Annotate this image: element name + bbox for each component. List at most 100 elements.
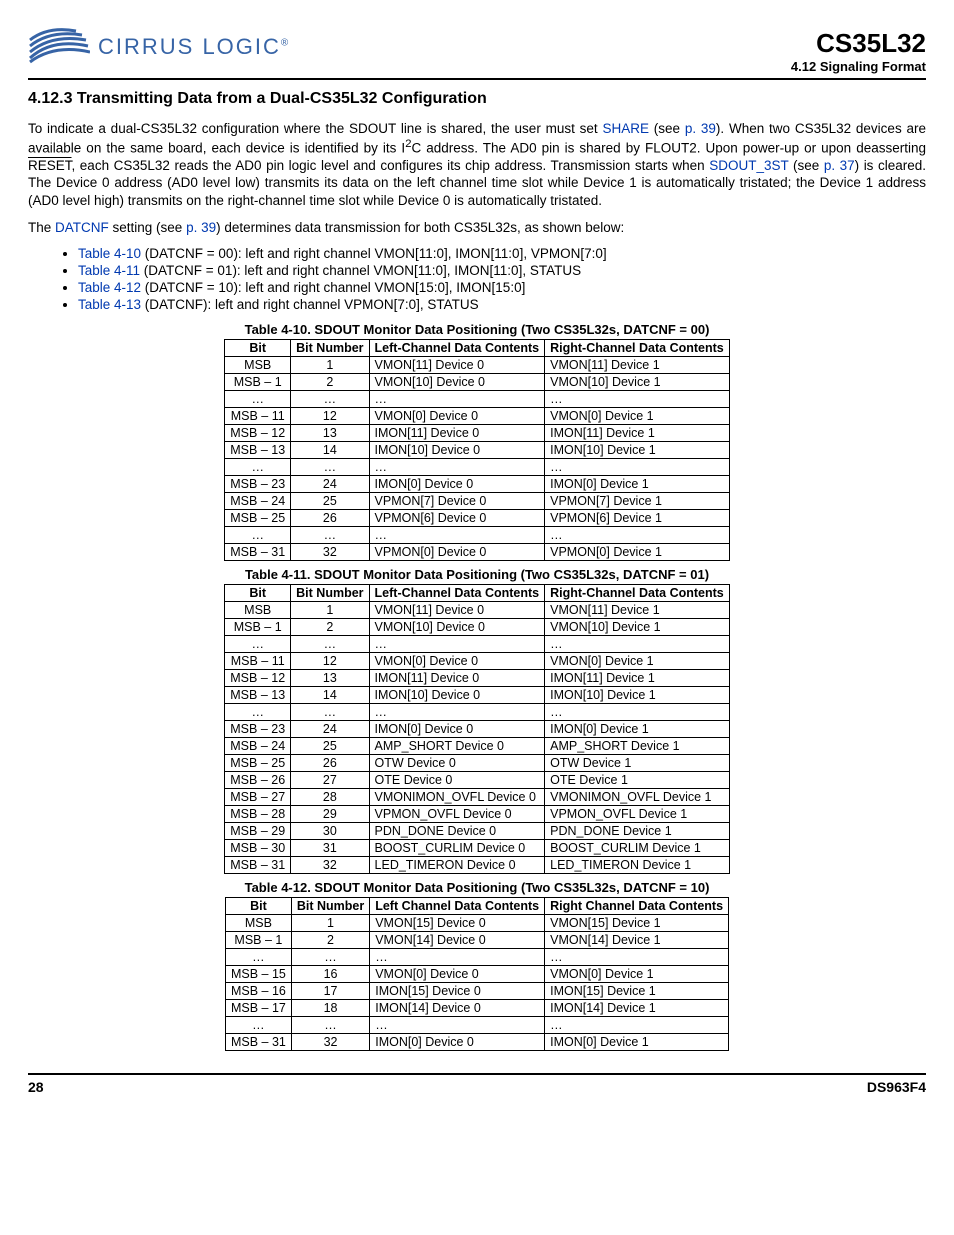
table-row: MSB – 3132VPMON[0] Device 0VPMON[0] Devi… [225,544,729,561]
table-cell: MSB [225,915,291,932]
table-cell: MSB [225,357,291,374]
column-header: Bit [225,585,291,602]
link-p39a[interactable]: p. 39 [685,121,716,136]
table-cell: VMON[10] Device 1 [545,619,730,636]
table-cell: … [291,1017,369,1034]
table-cell: PDN_DONE Device 1 [545,823,730,840]
table-row: ………… [225,636,729,653]
table-cell: VMON[15] Device 0 [370,915,545,932]
column-header: Bit Number [291,585,369,602]
table-cell: 32 [291,544,369,561]
table-row: ………… [225,459,729,476]
table-4-10-caption: Table 4-10. SDOUT Monitor Data Positioni… [28,322,926,337]
cirrus-swoosh-icon [28,28,90,66]
table-cell: MSB [225,602,291,619]
table-cell: MSB – 31 [225,1034,291,1051]
table-cell: MSB – 11 [225,653,291,670]
table-cell: VMON[10] Device 0 [369,619,545,636]
table-cell: VMON[0] Device 1 [545,408,730,425]
table-cell: 27 [291,772,369,789]
table-row: MSB – 1112VMON[0] Device 0VMON[0] Device… [225,408,729,425]
table-cell: VMON[11] Device 1 [545,602,730,619]
table-cell: IMON[10] Device 0 [369,687,545,704]
table-row: MSB – 1213IMON[11] Device 0IMON[11] Devi… [225,425,729,442]
table-cell: 25 [291,738,369,755]
table-cell: 24 [291,721,369,738]
table-cell: MSB – 28 [225,806,291,823]
table-4-12: BitBit NumberLeft Channel Data ContentsR… [225,897,729,1051]
brand-logo: CIRRUS LOGIC® [28,28,290,66]
table-row: MSB – 2627OTE Device 0OTE Device 1 [225,772,729,789]
table-row: ………… [225,949,728,966]
table-cell: 31 [291,840,369,857]
page-footer: 28 DS963F4 [28,1073,926,1095]
table-cell: MSB – 25 [225,755,291,772]
table-cell: 30 [291,823,369,840]
table-cell: IMON[10] Device 1 [545,442,730,459]
table-cell: 16 [291,966,369,983]
link-table-4-11[interactable]: Table 4-11 [78,263,140,278]
table-cell: MSB – 27 [225,789,291,806]
table-cell: VMON[0] Device 0 [369,653,545,670]
column-header: Right-Channel Data Contents [545,340,730,357]
table-cell: VMON[10] Device 1 [545,374,730,391]
table-cell: … [545,391,730,408]
table-cell: IMON[14] Device 1 [545,1000,729,1017]
table-cell: … [545,459,730,476]
table-cell: MSB – 30 [225,840,291,857]
table-cell: MSB – 12 [225,670,291,687]
table-cell: VMON[11] Device 0 [369,602,545,619]
link-share[interactable]: SHARE [602,121,649,136]
link-datcnf[interactable]: DATCNF [55,220,109,235]
part-number: CS35L32 [791,28,926,59]
table-cell: BOOST_CURLIM Device 1 [545,840,730,857]
body-text: To indicate a dual-CS35L32 configuration… [28,120,926,236]
table-row: MSB – 1617IMON[15] Device 0IMON[15] Devi… [225,983,728,1000]
link-sdout3st[interactable]: SDOUT_3ST [709,158,788,173]
link-p39b[interactable]: p. 39 [186,220,216,235]
page-header: CIRRUS LOGIC® CS35L32 4.12 Signaling For… [28,28,926,80]
column-header: Bit [225,340,291,357]
table-row: MSB – 2324IMON[0] Device 0IMON[0] Device… [225,721,729,738]
table-row: MSB – 2829VPMON_OVFL Device 0VPMON_OVFL … [225,806,729,823]
column-header: Bit Number [291,898,369,915]
table-cell: … [291,391,369,408]
link-table-4-13[interactable]: Table 4-13 [78,297,141,312]
table-cell: … [225,949,291,966]
table-row: MSB – 2526OTW Device 0OTW Device 1 [225,755,729,772]
table-row: MSB – 2526VPMON[6] Device 0VPMON[6] Devi… [225,510,729,527]
table-cell: VMON[0] Device 0 [370,966,545,983]
table-cell: … [291,459,369,476]
table-cell: IMON[0] Device 1 [545,721,730,738]
table-cell: VMON[10] Device 0 [369,374,545,391]
table-cell: OTW Device 1 [545,755,730,772]
link-table-4-10[interactable]: Table 4-10 [78,246,141,261]
table-4-12-caption: Table 4-12. SDOUT Monitor Data Positioni… [28,880,926,895]
list-item: Table 4-11 (DATCNF = 01): left and right… [78,263,926,278]
section-label: 4.12 Signaling Format [791,59,926,74]
table-cell: 32 [291,857,369,874]
table-cell: IMON[15] Device 0 [370,983,545,1000]
table-cell: … [225,391,291,408]
column-header: Bit [225,898,291,915]
table-row: ………… [225,704,729,721]
link-table-4-12[interactable]: Table 4-12 [78,280,141,295]
table-row: MSB – 2930PDN_DONE Device 0PDN_DONE Devi… [225,823,729,840]
table-cell: VMON[0] Device 1 [545,653,730,670]
table-cell: VMON[14] Device 0 [370,932,545,949]
table-cell: AMP_SHORT Device 1 [545,738,730,755]
table-cell: LED_TIMERON Device 1 [545,857,730,874]
table-cell: VPMON[6] Device 0 [369,510,545,527]
table-cell: 17 [291,983,369,1000]
table-cell: … [291,636,369,653]
column-header: Right-Channel Data Contents [545,585,730,602]
table-row: MSB – 3031BOOST_CURLIM Device 0BOOST_CUR… [225,840,729,857]
table-row: MSB – 2425AMP_SHORT Device 0AMP_SHORT De… [225,738,729,755]
table-cell: 12 [291,408,369,425]
table-cell: VPMON[0] Device 1 [545,544,730,561]
table-cell: OTE Device 1 [545,772,730,789]
column-header: Left-Channel Data Contents [369,340,545,357]
table-row: MSB – 2425VPMON[7] Device 0VPMON[7] Devi… [225,493,729,510]
table-cell: 2 [291,932,369,949]
link-p37[interactable]: p. 37 [824,158,855,173]
